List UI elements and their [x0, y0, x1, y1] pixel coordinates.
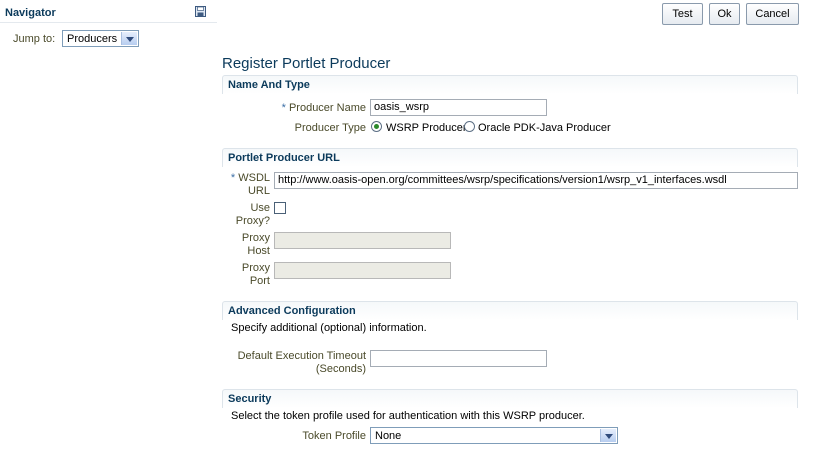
cancel-button[interactable]: Cancel	[746, 3, 799, 25]
timeout-label: Default Execution Timeout (Seconds)	[237, 350, 366, 375]
section-header-security: Security	[222, 389, 798, 408]
producer-name-input[interactable]: oasis_wsrp	[370, 99, 547, 116]
ok-button[interactable]: Ok	[709, 3, 740, 25]
radio-pdk-label: Oracle PDK-Java Producer	[478, 122, 611, 134]
use-proxy-label: Use Proxy?	[235, 202, 270, 227]
token-profile-value: None	[375, 430, 402, 442]
chevron-down-icon[interactable]	[121, 32, 137, 45]
producer-type-label: Producer Type	[294, 122, 366, 134]
proxy-host-input[interactable]	[274, 232, 451, 249]
navigator-divider	[0, 22, 217, 23]
section-header-name-and-type: Name And Type	[222, 75, 798, 94]
navigator-title: Navigator	[5, 7, 56, 19]
producer-name-label: * Producer Name	[281, 102, 366, 114]
proxy-host-label: Proxy Host	[241, 232, 270, 257]
security-description: Select the token profile used for authen…	[231, 410, 585, 422]
section-title: Portlet Producer URL	[228, 152, 340, 164]
proxy-port-input[interactable]	[274, 262, 451, 279]
token-profile-select[interactable]: None	[370, 427, 618, 444]
radio-pdk-producer[interactable]	[464, 121, 475, 132]
section-header-advanced: Advanced Configuration	[222, 301, 798, 320]
timeout-input[interactable]	[370, 350, 547, 367]
required-icon: *	[281, 102, 289, 114]
save-icon[interactable]	[195, 6, 206, 17]
jump-to-select[interactable]: Producers	[62, 30, 139, 47]
jump-to-label: Jump to:	[13, 33, 56, 45]
proxy-port-label: Proxy Port	[241, 262, 270, 287]
radio-wsrp-label: WSRP Producer	[386, 122, 467, 134]
page-title: Register Portlet Producer	[222, 55, 391, 72]
section-header-portlet-url: Portlet Producer URL	[222, 148, 798, 167]
wsdl-url-input[interactable]: http://www.oasis-open.org/committees/wsr…	[274, 172, 798, 189]
test-button[interactable]: Test	[662, 3, 703, 25]
radio-wsrp-producer[interactable]	[371, 121, 382, 132]
token-profile-label: Token Profile	[302, 430, 366, 442]
use-proxy-checkbox[interactable]	[274, 202, 286, 214]
section-title: Advanced Configuration	[228, 305, 356, 317]
advanced-description: Specify additional (optional) informatio…	[231, 322, 427, 334]
chevron-down-icon[interactable]	[600, 429, 616, 442]
wsdl-url-label: * WSDL URL	[230, 172, 270, 197]
jump-to-value: Producers	[67, 33, 118, 45]
section-title: Security	[228, 393, 272, 405]
section-title: Name And Type	[228, 79, 310, 91]
